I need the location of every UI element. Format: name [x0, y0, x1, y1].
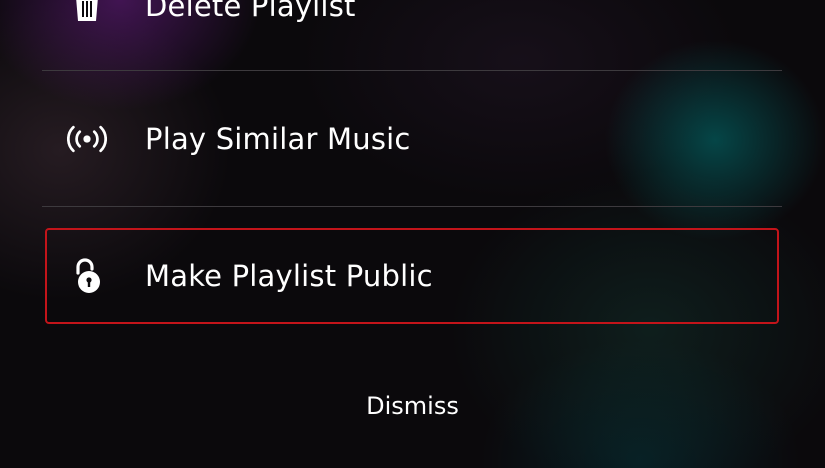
divider — [42, 206, 782, 207]
menu-item-label: Play Similar Music — [145, 122, 411, 156]
menu-item-delete-playlist[interactable]: Delete Playlist — [45, 0, 779, 54]
radio-waves-icon — [67, 119, 107, 159]
trash-icon — [67, 0, 107, 26]
divider — [42, 70, 782, 71]
menu-item-label: Delete Playlist — [145, 0, 356, 23]
menu-item-make-playlist-public[interactable]: Make Playlist Public — [45, 228, 779, 324]
unlock-icon — [67, 256, 107, 296]
menu-item-label: Make Playlist Public — [145, 259, 433, 293]
dismiss-button[interactable]: Dismiss — [0, 392, 825, 420]
menu-item-play-similar-music[interactable]: Play Similar Music — [45, 91, 779, 187]
